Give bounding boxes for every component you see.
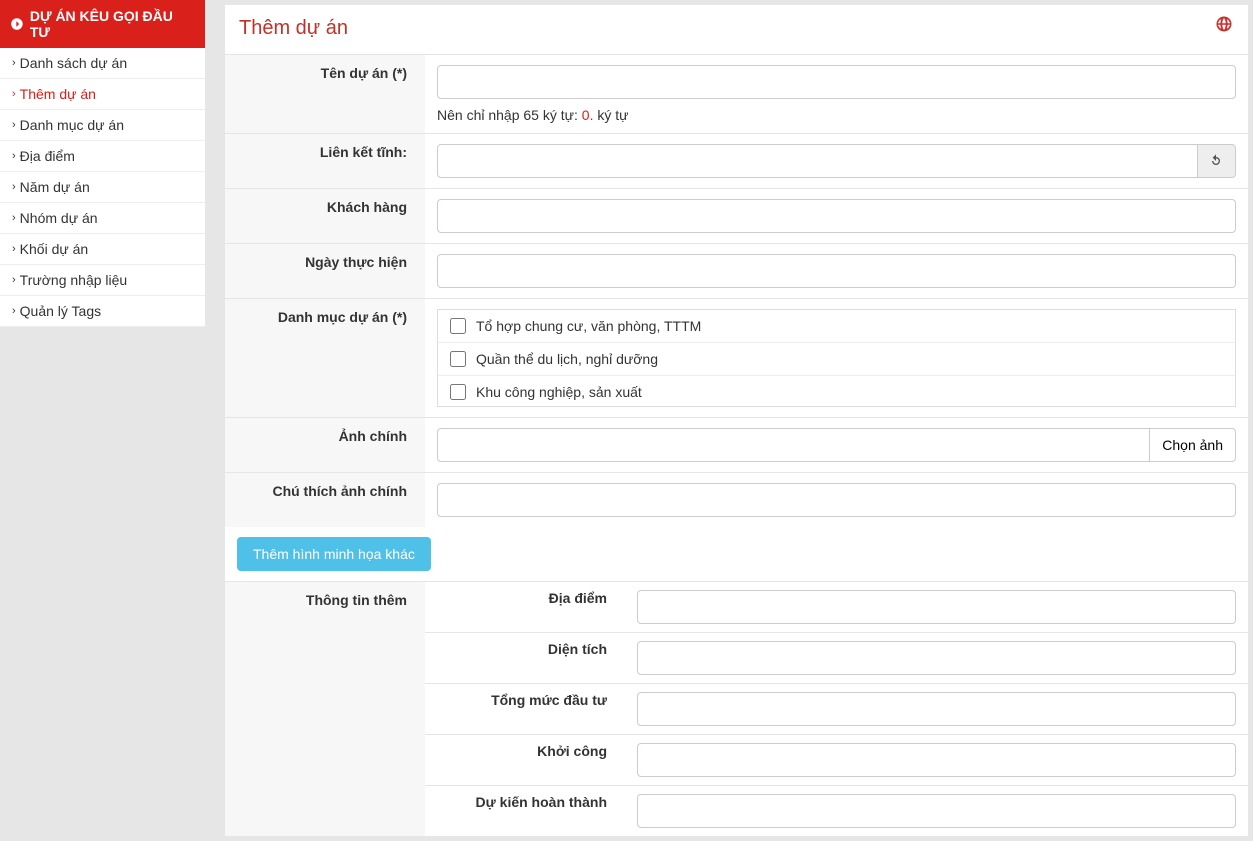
sidebar-item-khoi-du-an[interactable]: › Khối dự án	[0, 234, 205, 265]
add-more-images-button[interactable]: Thêm hình minh họa khác	[237, 537, 431, 571]
sidebar-item-them-du-an[interactable]: › Thêm dự án	[0, 79, 205, 110]
extra-total-investment-label: Tổng mức đầu tư	[425, 684, 625, 735]
form-table: Tên dự án (*) Nên chỉ nhập 65 ký tự: 0. …	[225, 54, 1248, 836]
date-input[interactable]	[437, 254, 1236, 288]
extra-expected-completion-input[interactable]	[637, 794, 1236, 828]
refresh-link-button[interactable]	[1198, 144, 1236, 178]
extra-expected-completion-label: Dự kiến hoàn thành	[425, 786, 625, 837]
project-name-input[interactable]	[437, 65, 1236, 99]
category-option-label: Quần thể du lịch, nghỉ dưỡng	[476, 351, 658, 367]
sidebar-item-label: Danh sách dự án	[20, 55, 127, 71]
customer-input[interactable]	[437, 199, 1236, 233]
sidebar-item-label: Nhóm dự án	[20, 210, 98, 226]
extra-location-input[interactable]	[637, 590, 1236, 624]
chevron-right-icon: ›	[12, 119, 16, 131]
static-link-input[interactable]	[437, 144, 1198, 178]
category-option-label: Tổ hợp chung cư, văn phòng, TTTM	[476, 318, 701, 334]
static-link-label: Liên kết tĩnh:	[225, 134, 425, 189]
refresh-icon	[1208, 153, 1224, 169]
globe-icon[interactable]	[1215, 15, 1233, 36]
chevron-right-icon: ›	[12, 243, 16, 255]
sidebar-item-dia-diem[interactable]: › Địa điểm	[0, 141, 205, 172]
page-title: Thêm dự án	[225, 5, 1248, 54]
chevron-right-icon: ›	[12, 150, 16, 162]
sidebar-item-nhom-du-an[interactable]: › Nhóm dự án	[0, 203, 205, 234]
extra-location-label: Địa điểm	[425, 582, 625, 633]
category-checkbox[interactable]	[450, 384, 466, 400]
sidebar-item-danh-sach-du-an[interactable]: › Danh sách dự án	[0, 48, 205, 79]
chevron-right-icon: ›	[12, 212, 16, 224]
main-panel: Thêm dự án Tên dự án (*) Nên chỉ nhập 65…	[225, 5, 1248, 836]
chevron-right-icon: ›	[12, 57, 16, 69]
category-option[interactable]: Tổ hợp chung cư, văn phòng, TTTM	[438, 310, 1235, 343]
main-image-caption-label: Chú thích ảnh chính	[225, 473, 425, 528]
extra-total-investment-input[interactable]	[637, 692, 1236, 726]
sidebar-item-label: Khối dự án	[20, 241, 89, 257]
extra-area-label: Diện tích	[425, 633, 625, 684]
category-option-label: Khu công nghiệp, sản xuất	[476, 384, 642, 400]
sidebar-item-nam-du-an[interactable]: › Năm dự án	[0, 172, 205, 203]
sidebar-item-label: Trường nhập liệu	[20, 272, 128, 288]
extra-start-label: Khởi công	[425, 735, 625, 786]
project-name-label: Tên dự án (*)	[225, 55, 425, 134]
sidebar-item-truong-nhap-lieu[interactable]: › Trường nhập liệu	[0, 265, 205, 296]
chevron-right-icon: ›	[12, 305, 16, 317]
project-name-help: Nên chỉ nhập 65 ký tự: 0. ký tự	[437, 107, 1236, 123]
sidebar-item-label: Địa điểm	[20, 148, 75, 164]
extra-info-label: Thông tin thêm	[225, 582, 425, 837]
sidebar-item-label: Thêm dự án	[20, 86, 96, 102]
sidebar: DỰ ÁN KÊU GỌI ĐẦU TƯ › Danh sách dự án › T…	[0, 0, 205, 841]
chevron-right-icon: ›	[12, 274, 16, 286]
main-image-input[interactable]	[437, 428, 1150, 462]
choose-image-button[interactable]: Chọn ảnh	[1150, 428, 1236, 462]
sidebar-list: › Danh sách dự án › Thêm dự án › Danh mục d…	[0, 48, 205, 327]
sidebar-header: DỰ ÁN KÊU GỌI ĐẦU TƯ	[0, 0, 205, 48]
sidebar-item-quan-ly-tags[interactable]: › Quản lý Tags	[0, 296, 205, 327]
sidebar-title: DỰ ÁN KÊU GỌI ĐẦU TƯ	[30, 8, 195, 40]
category-checkbox[interactable]	[450, 318, 466, 334]
main-image-label: Ảnh chính	[225, 418, 425, 473]
extra-area-input[interactable]	[637, 641, 1236, 675]
category-option[interactable]: Quần thể du lịch, nghỉ dưỡng	[438, 343, 1235, 376]
extra-start-input[interactable]	[637, 743, 1236, 777]
sidebar-item-label: Quản lý Tags	[20, 303, 101, 319]
category-label: Danh mục dự án (*)	[225, 299, 425, 418]
chevron-circle-right-icon	[10, 17, 24, 31]
sidebar-item-danh-muc-du-an[interactable]: › Danh mục dự án	[0, 110, 205, 141]
sidebar-item-label: Năm dự án	[20, 179, 90, 195]
main-image-caption-input[interactable]	[437, 483, 1236, 517]
chevron-right-icon: ›	[12, 181, 16, 193]
extra-info-table: Địa điểm Diện tích Tổng mức đầu tư	[425, 582, 1248, 836]
customer-label: Khách hàng	[225, 189, 425, 244]
category-listbox[interactable]: Tổ hợp chung cư, văn phòng, TTTM Quần th…	[437, 309, 1236, 407]
sidebar-item-label: Danh mục dự án	[20, 117, 124, 133]
category-checkbox[interactable]	[450, 351, 466, 367]
category-option[interactable]: Khu công nghiệp, sản xuất	[438, 376, 1235, 407]
chevron-right-icon: ›	[12, 88, 16, 100]
date-label: Ngày thực hiện	[225, 244, 425, 299]
